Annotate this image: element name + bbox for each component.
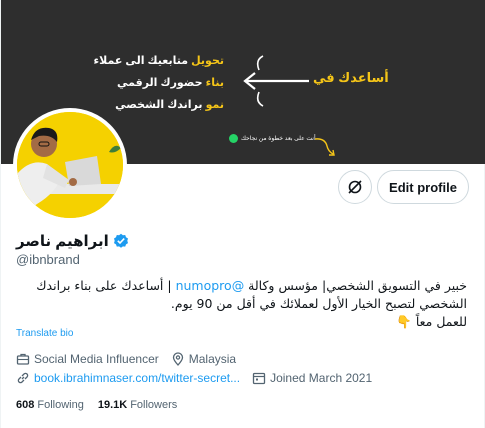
location-pin-icon bbox=[172, 352, 183, 366]
handle: @ibnbrand bbox=[16, 252, 80, 267]
banner-helps-label: أساعدك في bbox=[313, 70, 389, 85]
briefcase-icon bbox=[16, 353, 30, 365]
curl-arrow-icon bbox=[314, 138, 335, 156]
profile-category: Social Media Influencer bbox=[34, 352, 159, 366]
followers-link[interactable]: 19.1K Followers bbox=[98, 399, 177, 411]
translate-bio-link[interactable]: Translate bio bbox=[16, 328, 73, 339]
avatar-photo bbox=[17, 112, 123, 218]
display-name: ابراهيم ناصر bbox=[16, 233, 109, 250]
profile-meta-row-2: book.ibrahimnaser.com/twitter-secret... … bbox=[16, 371, 372, 385]
edit-profile-button[interactable]: Edit profile bbox=[377, 170, 469, 204]
profile-location: Malaysia bbox=[188, 352, 237, 366]
website-link[interactable]: book.ibrahimnaser.com/twitter-secret... bbox=[34, 371, 240, 385]
avatar[interactable] bbox=[13, 108, 127, 222]
more-options-button[interactable] bbox=[338, 170, 372, 204]
refresh-slash-icon bbox=[348, 180, 362, 194]
banner-tagline: أنت على بعد خطوة من نجاحك bbox=[241, 136, 316, 142]
verified-badge-icon[interactable] bbox=[113, 233, 129, 249]
banner-arrows-icon bbox=[243, 55, 309, 107]
profile-meta-row-1: Social Media Influencer Malaysia bbox=[16, 352, 236, 366]
bio-text-3: للعمل معاً 👇 bbox=[396, 314, 467, 329]
follow-stats: 608 Following 19.1K Followers bbox=[16, 399, 191, 411]
bio-text-1: خبير في التسويق الشخصي| مؤسس وكالة bbox=[244, 278, 467, 293]
following-link[interactable]: 608 Following bbox=[16, 399, 84, 411]
following-label: Following bbox=[37, 399, 84, 411]
followers-count: 19.1K bbox=[97, 399, 128, 411]
link-icon bbox=[17, 372, 29, 384]
banner-line-2: بناء حضورك الرقمي bbox=[116, 77, 224, 89]
bio-mention-link[interactable]: @numopro bbox=[176, 278, 245, 293]
followers-label: Followers bbox=[130, 399, 178, 411]
name-row: ابراهيم ناصر bbox=[16, 232, 129, 250]
joined-date: Joined March 2021 bbox=[270, 371, 373, 385]
whatsapp-icon bbox=[229, 134, 238, 143]
calendar-icon bbox=[252, 372, 266, 385]
following-count: 608 bbox=[16, 399, 35, 411]
bio: خبير في التسويق الشخصي| مؤسس وكالة @numo… bbox=[12, 277, 467, 331]
banner-line-3: نمو براندك الشخصي bbox=[115, 99, 224, 111]
profile-page: تحويل متابعيك الى عملاء بناء حضورك الرقم… bbox=[0, 0, 485, 428]
banner-line-1: تحويل متابعيك الى عملاء bbox=[93, 55, 224, 67]
